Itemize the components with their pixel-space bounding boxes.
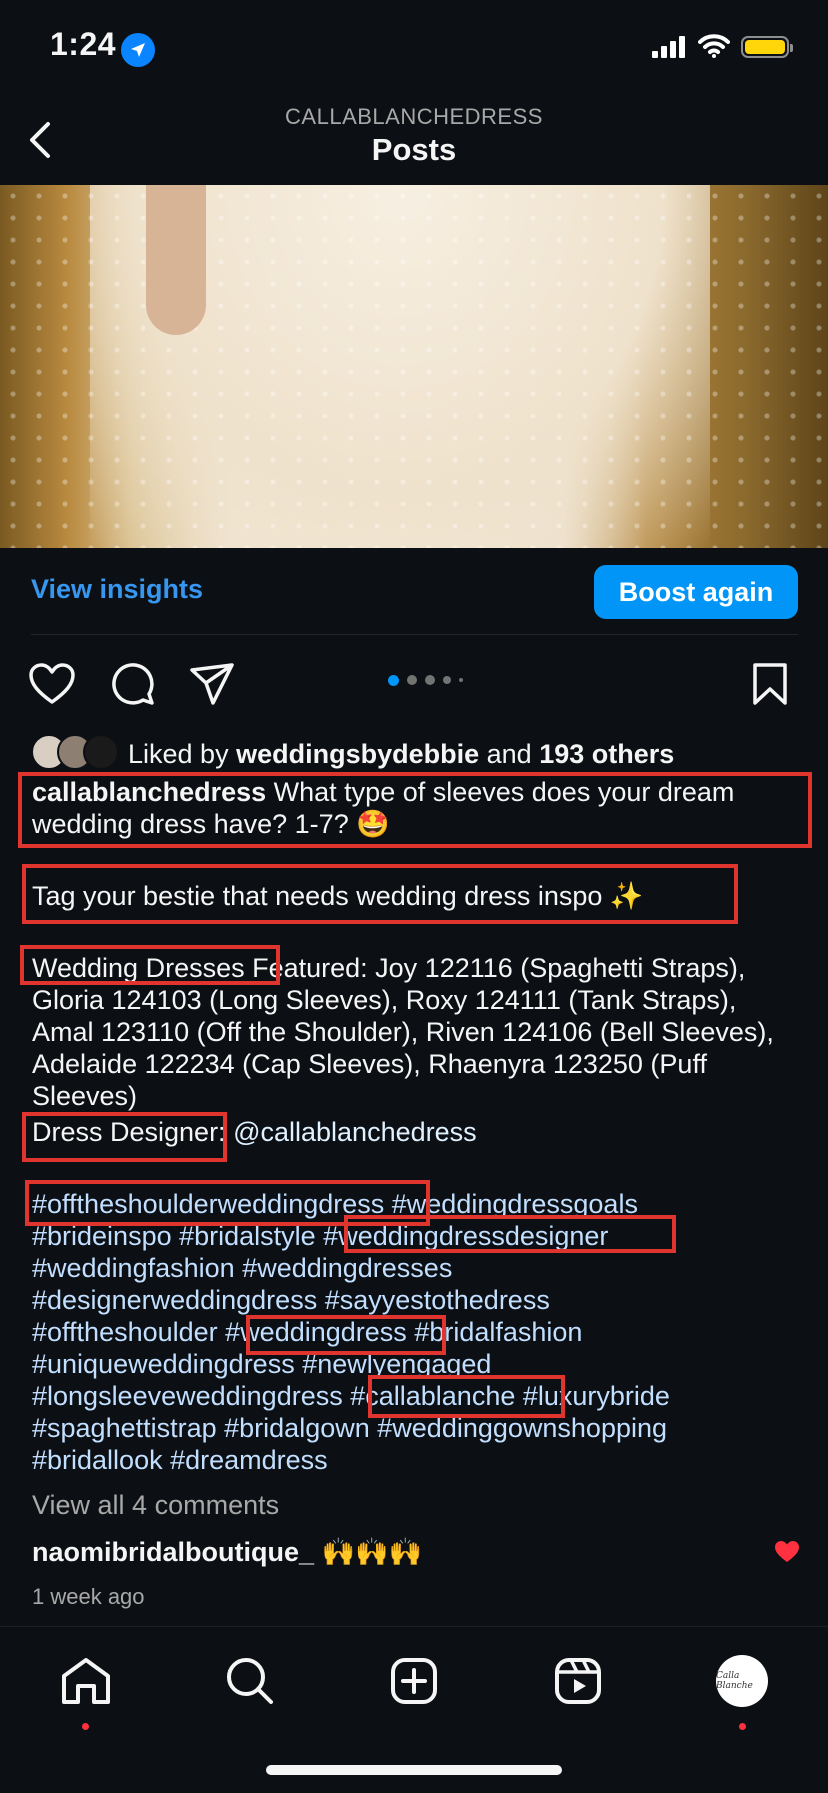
plus-square-icon [391,1658,437,1704]
hashtag-link[interactable]: #bridalstyle [179,1221,316,1251]
caption-username[interactable]: callablanchedress [32,777,266,807]
likes-summary[interactable]: Liked by weddingsbydebbie and 193 others [128,738,674,770]
hashtag-link[interactable]: #spaghettistrap [32,1413,217,1443]
battery-icon [741,36,793,58]
profile-avatar-text: Calla Blanche [716,1671,753,1691]
caption: callablanchedress What type of sleeves d… [32,776,802,840]
hashtag-link[interactable]: #weddingdresses [242,1253,452,1283]
comment-username[interactable]: naomibridalboutique_ [32,1537,314,1567]
like-button[interactable] [26,658,78,710]
paper-plane-icon [190,663,234,705]
profile-avatar: Calla Blanche [716,1655,768,1707]
hashtag-link[interactable]: #weddingfashion [32,1253,235,1283]
divider [31,634,798,635]
designer-mention-link[interactable]: @callablanchedress [233,1117,477,1147]
hashtag-link[interactable]: #dreamdress [170,1445,328,1475]
bookmark-icon [753,663,787,705]
location-icon [121,33,155,67]
comment-like-button[interactable] [774,1540,800,1564]
caption-dresses-featured: Wedding Dresses Featured: Joy 122116 (Sp… [32,953,774,1111]
likes-count[interactable]: 193 others [539,739,674,769]
heart-icon [29,663,75,704]
carousel-dot [407,675,417,685]
view-insights-link[interactable]: View insights [31,574,203,605]
view-all-comments-link[interactable]: View all 4 comments [32,1490,279,1521]
caption-tag-line: Tag your bestie that needs wedding dress… [32,881,644,911]
hashtag-link[interactable]: #bridalgown [224,1413,370,1443]
status-time: 1:24 [50,26,117,62]
home-indicator[interactable] [266,1765,562,1775]
hashtag-link[interactable]: #longsleeveweddingdress [32,1381,343,1411]
profile-notification-dot [739,1723,746,1730]
hashtag-link[interactable]: #offtheshoulderweddingdress [32,1189,384,1219]
liker-username[interactable]: weddingsbydebbie [236,739,479,769]
filled-heart-icon [775,1541,799,1562]
hashtag-link[interactable]: #luxurybride [523,1381,670,1411]
hashtag-link[interactable]: #brideinspo [32,1221,172,1251]
hashtag-link[interactable]: #weddinggownshopping [377,1413,667,1443]
carousel-dot-active [388,674,399,686]
post-image[interactable] [0,185,828,548]
designer-label: Dress Designer: [32,1117,226,1147]
comment-text: 🙌🙌🙌 [321,1537,423,1567]
hashtag-link[interactable]: #designerweddingdress [32,1285,317,1315]
liker-avatars[interactable] [31,734,121,770]
tab-profile[interactable]: Calla Blanche [712,1651,772,1711]
boost-again-button[interactable]: Boost again [594,565,798,619]
comment-row: naomibridalboutique_ 🙌🙌🙌 [32,1536,422,1568]
tab-home[interactable] [56,1651,116,1711]
home-notification-dot [82,1723,89,1730]
lace-texture [0,185,828,548]
tab-search[interactable] [220,1651,280,1711]
comment-bubble-icon [112,663,154,705]
hashtag-link[interactable]: #callablanche [350,1381,515,1411]
carousel-indicator [388,673,463,687]
hashtag-list: #offtheshoulderweddingdress #weddingdres… [32,1188,802,1476]
carousel-dot [459,678,463,682]
reels-icon [555,1658,601,1704]
hashtag-link[interactable]: #offtheshoulder [32,1317,218,1347]
hashtag-link[interactable]: #weddingdress [225,1317,407,1347]
likes-and: and [486,739,532,769]
hashtag-link[interactable]: #newlyengaged [302,1349,491,1379]
home-icon [62,1658,110,1704]
hashtag-link[interactable]: #bridallook [32,1445,163,1475]
search-icon [227,1658,273,1704]
carousel-dot [425,675,435,685]
share-button[interactable] [186,658,238,710]
comment-button[interactable] [106,658,158,710]
hashtag-link[interactable]: #bridalfashion [414,1317,582,1347]
page-title: Posts [371,132,457,167]
tab-reels[interactable] [548,1651,608,1711]
wifi-icon [698,34,730,63]
hashtag-link[interactable]: #weddingdressdesigner [323,1221,608,1251]
likes-prefix: Liked by [128,739,229,769]
hashtag-link[interactable]: #sayyestothedress [325,1285,550,1315]
cellular-signal-icon [652,36,688,63]
header-account-name: CALLABLANCHEDRESS [285,104,543,129]
model-arm [146,185,206,335]
avatar [83,734,119,770]
tab-create[interactable] [384,1651,444,1711]
carousel-dot [443,676,451,684]
save-button[interactable] [744,658,796,710]
post-timestamp: 1 week ago [32,1584,145,1609]
hashtag-link[interactable]: #weddingdressgoals [392,1189,638,1219]
hashtag-link[interactable]: #uniqueweddingdress [32,1349,295,1379]
caption-designer: Dress Designer: @callablanchedress [32,1116,802,1148]
